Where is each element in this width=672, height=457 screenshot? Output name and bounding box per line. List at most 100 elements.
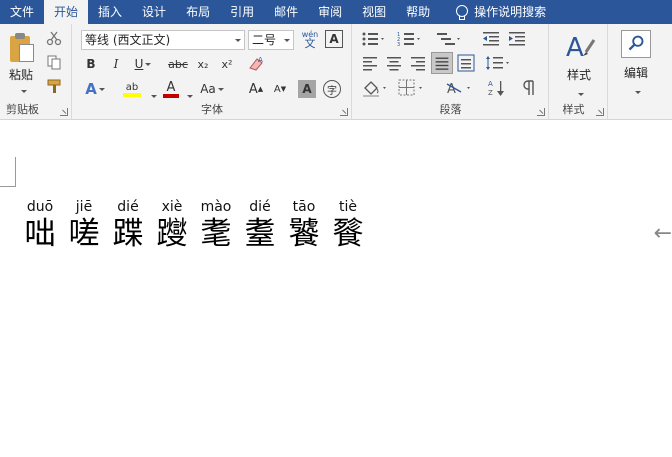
highlight-color-button[interactable]: ab [117,78,147,100]
lightbulb-icon [454,4,469,20]
underline-button[interactable]: U [129,54,157,74]
styles-dialog-launcher[interactable] [596,108,604,116]
strikethrough-button[interactable]: abc [165,54,191,74]
paragraph-group: 1 2 3 A A Z 段落 [353,24,549,120]
font-size-select[interactable]: 二号 [248,30,294,50]
borders-icon[interactable] [397,78,425,98]
arrow-left-icon[interactable]: ← [654,221,672,246]
increase-indent-icon[interactable] [507,30,527,48]
ribbon: 粘贴 剪贴板 等线 (西文正文) 二号 wén 文 A B I U abc x₂… [0,24,672,120]
enclose-characters-button[interactable]: 字 [323,80,341,98]
ruby-char: mào 耄 [194,199,238,252]
tell-me-label: 操作说明搜索 [474,5,547,19]
ruby-char: jiē 嗟 [62,199,106,252]
clipboard-dialog-launcher[interactable] [60,108,68,116]
font-color-swatch [163,93,179,98]
tab-help[interactable]: 帮助 [396,0,440,24]
grow-font-button[interactable]: A ▲ [245,78,267,100]
cut-icon[interactable] [46,30,62,46]
ruby-text-line[interactable]: duō 咄 jiē 嗟 dié 蹀 xiè 躞 mào 耄 dié 耋 tāo 饕 tiè 餮 [18,199,370,252]
arrow-up-icon: ▲ [257,85,264,93]
ruby-char: dié 蹀 [106,199,150,252]
font-name-value: 等线 (西文正文) [85,33,171,47]
tell-me-search[interactable]: 操作说明搜索 [440,0,556,24]
hanzi: 餮 [332,216,364,252]
styles-icon[interactable]: A [564,30,596,64]
hanzi: 饕 [288,216,320,252]
multilevel-list-icon[interactable] [435,30,463,48]
tab-mailings[interactable]: 邮件 [264,0,308,24]
superscript-button[interactable]: x² [217,54,237,74]
magnifier-icon[interactable] [621,30,651,58]
distributed-icon[interactable] [457,54,475,72]
align-left-icon[interactable] [361,54,379,72]
chevron-down-icon [235,39,241,42]
font-group: 等线 (西文正文) 二号 wén 文 A B I U abc x₂ x² A A [73,24,352,120]
pinyin: duō [26,199,54,215]
character-shading-icon: A [302,82,312,96]
tab-review[interactable]: 审阅 [308,0,352,24]
paste-icon[interactable] [10,32,36,64]
tab-insert[interactable]: 插入 [88,0,132,24]
character-shading-button[interactable]: A [298,80,316,98]
font-color-button[interactable]: A [159,78,183,100]
pinyin: xiè [161,199,183,215]
change-case-button[interactable]: Aa [197,78,227,100]
format-painter-icon[interactable] [46,78,64,94]
shrink-font-icon: A [273,83,281,95]
text-effects-button[interactable]: A [81,78,109,100]
shading-icon[interactable] [361,78,389,98]
align-right-icon[interactable] [409,54,427,72]
hanzi: 蹀 [112,216,144,252]
tab-layout[interactable]: 布局 [176,0,220,24]
line-spacing-icon[interactable] [485,54,511,72]
subscript-icon: x₂ [197,57,209,71]
grow-font-icon: A [248,81,258,97]
svg-text:A: A [566,33,584,63]
pinyin: dié [249,199,271,215]
ruby-char: duō 咄 [18,199,62,252]
superscript-icon: x² [221,57,233,71]
justify-icon[interactable] [431,52,453,74]
font-dialog-launcher[interactable] [340,108,348,116]
tab-file[interactable]: 文件 [0,0,44,24]
highlight-swatch [123,92,141,97]
bullets-icon[interactable] [361,30,387,48]
character-border-button[interactable]: A [325,30,343,48]
font-name-select[interactable]: 等线 (西文正文) [81,30,245,50]
decrease-indent-icon[interactable] [481,30,501,48]
bold-icon: B [86,57,96,71]
clear-formatting-icon[interactable]: A [247,54,267,74]
align-center-icon[interactable] [385,54,403,72]
tab-design[interactable]: 设计 [132,0,176,24]
hanzi: 嗟 [68,216,100,252]
styles-button-label[interactable]: 样式 [550,66,608,83]
pinyin: dié [117,199,139,215]
copy-icon[interactable] [46,54,62,70]
enclose-characters-icon: 字 [327,85,337,97]
subscript-button[interactable]: x₂ [193,54,213,74]
paragraph-dialog-launcher[interactable] [537,108,545,116]
shrink-font-button[interactable]: A ▼ [269,78,291,100]
phonetic-char: 文 [304,37,316,50]
tab-view[interactable]: 视图 [352,0,396,24]
document-canvas[interactable]: duō 咄 jiē 嗟 dié 蹀 xiè 躞 mào 耄 dié 耋 tāo 饕 tiè 餮 … [0,121,672,457]
tab-references[interactable]: 引用 [220,0,264,24]
show-formatting-marks-icon[interactable] [521,78,539,98]
paste-button-label[interactable]: 粘贴 [9,66,33,83]
asian-layout-icon[interactable]: A [445,78,473,98]
sort-icon[interactable]: A Z [487,78,507,98]
italic-button[interactable]: I [106,54,126,74]
chevron-down-icon [284,39,290,42]
ruby-char: tiè 餮 [326,199,370,252]
menu-bar: 文件 开始 插入 设计 布局 引用 邮件 审阅 视图 帮助 操作说明搜索 [0,0,672,24]
pinyin: tiè [339,199,357,215]
editing-button-label[interactable]: 编辑 [609,64,663,81]
phonetic-guide-button[interactable]: wén 文 [299,28,321,50]
tab-home[interactable]: 开始 [44,0,89,24]
svg-text:A: A [258,56,263,64]
numbering-icon[interactable]: 1 2 3 [397,30,423,48]
italic-icon: I [113,57,119,71]
bold-button[interactable]: B [81,54,101,74]
hanzi: 耋 [244,216,276,252]
